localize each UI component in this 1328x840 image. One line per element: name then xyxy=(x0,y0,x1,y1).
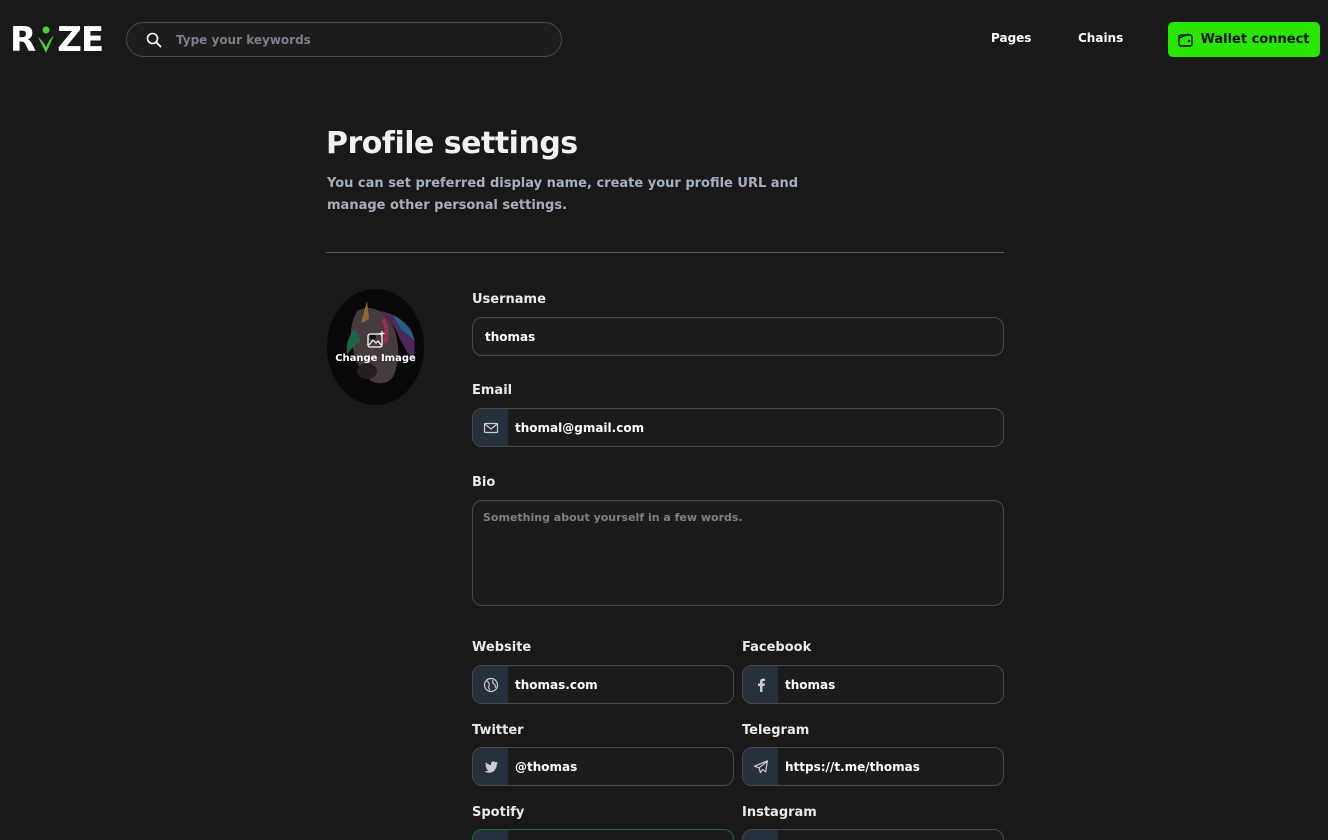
leaf-icon xyxy=(35,23,57,57)
spotify-input[interactable] xyxy=(508,830,733,840)
search-bar[interactable] xyxy=(126,22,562,57)
email-addon xyxy=(473,409,508,446)
username-field[interactable] xyxy=(472,317,1004,356)
username-input[interactable] xyxy=(473,318,1003,355)
telegram-addon xyxy=(743,748,778,785)
instagram-field[interactable] xyxy=(742,829,1004,840)
website-input[interactable] xyxy=(508,666,733,703)
facebook-addon xyxy=(743,666,778,703)
facebook-icon xyxy=(757,678,765,692)
telegram-input[interactable] xyxy=(778,748,1003,785)
telegram-label: Telegram xyxy=(742,723,810,738)
change-image-overlay[interactable]: Change Image xyxy=(327,289,424,405)
spotify-field[interactable] xyxy=(472,829,734,840)
wallet-connect-label: Wallet connect xyxy=(1200,32,1310,47)
twitter-icon xyxy=(484,760,498,773)
bio-textarea[interactable] xyxy=(472,500,1004,606)
telegram-icon xyxy=(753,759,768,773)
change-image-label: Change Image xyxy=(335,353,416,364)
website-label: Website xyxy=(472,640,532,655)
twitter-input[interactable] xyxy=(508,748,733,785)
page-subtitle: You can set preferred display name, crea… xyxy=(327,176,799,213)
email-field[interactable] xyxy=(472,408,1004,447)
facebook-label: Facebook xyxy=(742,640,812,655)
telegram-field[interactable] xyxy=(742,747,1004,786)
divider xyxy=(326,252,1004,253)
twitter-label: Twitter xyxy=(472,723,524,738)
website-addon xyxy=(473,666,508,703)
image-icon xyxy=(366,331,384,348)
logo[interactable]: R ZE xyxy=(10,20,104,60)
instagram-addon xyxy=(743,830,778,840)
username-label: Username xyxy=(472,292,546,307)
instagram-label: Instagram xyxy=(742,805,817,820)
mail-icon xyxy=(483,422,498,433)
nav-chains[interactable]: Chains xyxy=(1078,31,1123,45)
twitter-field[interactable] xyxy=(472,747,734,786)
profile-avatar[interactable]: Change Image xyxy=(327,289,424,405)
website-field[interactable] xyxy=(472,665,734,704)
spotify-addon xyxy=(473,830,508,840)
facebook-input[interactable] xyxy=(778,666,1003,703)
twitter-addon xyxy=(473,748,508,785)
globe-icon xyxy=(483,677,498,692)
nav-pages[interactable]: Pages xyxy=(991,31,1031,45)
facebook-field[interactable] xyxy=(742,665,1004,704)
spotify-label: Spotify xyxy=(472,805,525,820)
page-title: Profile settings xyxy=(326,126,578,161)
search-input[interactable] xyxy=(176,32,536,47)
wallet-icon xyxy=(1178,32,1194,47)
email-label: Email xyxy=(472,383,513,398)
search-icon xyxy=(146,32,162,47)
top-header: RZE Pages Chains Wallet connect xyxy=(0,0,1328,78)
email-input[interactable] xyxy=(508,409,1003,446)
instagram-input[interactable] xyxy=(778,830,1003,840)
bio-label: Bio xyxy=(472,475,496,490)
wallet-connect-button[interactable]: Wallet connect xyxy=(1168,22,1320,57)
